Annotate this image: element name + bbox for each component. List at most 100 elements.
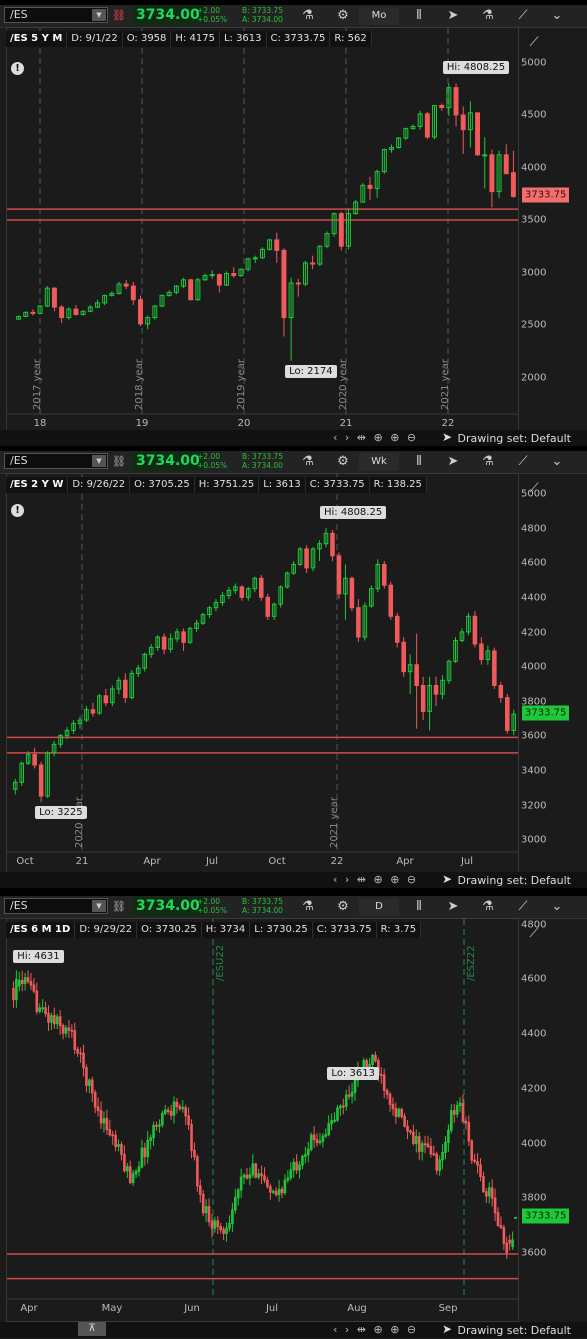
candle [324, 1128, 328, 1139]
candle [379, 1066, 383, 1084]
chart-style-icon[interactable]: ⫴ [408, 453, 430, 471]
period-label: 2021 year [329, 797, 340, 848]
candle [114, 1130, 117, 1152]
price-axis[interactable]: 5000 4800 4600 4400 4200 4000 3800 3600 3400 3200… [519, 473, 587, 875]
candle [280, 1186, 284, 1199]
chart-toolbar: /ES ▼ ⛓ 3734.00 +2.00 +0.05% B: 3733.75 A: … [0, 896, 587, 919]
drawing-tools-icon[interactable]: ⟋ [513, 453, 533, 471]
study-icon[interactable]: ⚗ [478, 7, 498, 25]
chevron-down-icon[interactable]: ⌄ [547, 898, 567, 916]
price-chart-area[interactable]: /ESU22/ESZ22 Hi: 4631 Lo: 3613 Apr May Jun Jul… [6, 918, 519, 1322]
x-tick-label: Jul [205, 856, 219, 867]
drawing-icon[interactable]: ⟋ [524, 926, 544, 942]
chart-bottom-bar: ‹ › ⇹ ⊕ ⊕ ⊖ ➤ Drawing set: Default [0, 872, 587, 888]
candle [194, 619, 199, 632]
price-axis[interactable]: 4800 4600 4400 4200 4000 3800 3600 3733.75 [519, 918, 587, 1322]
aggregation-selector[interactable]: Wk [359, 453, 399, 471]
gear-icon[interactable]: ⚙ [333, 898, 353, 916]
symbol-input[interactable]: /ES ▼ [4, 7, 108, 23]
candle [263, 1167, 266, 1184]
candle [172, 1096, 176, 1124]
candle [403, 1113, 406, 1128]
symbol-dropdown-icon[interactable]: ▼ [92, 455, 106, 467]
candlestick-chart[interactable] [7, 919, 519, 1322]
ask-price: A: 3734.00 [242, 14, 283, 24]
candle [202, 273, 208, 281]
pointer-icon[interactable]: ➤ [443, 453, 463, 471]
price-chart-area[interactable]: 2017 year 2018 year 2019 year 2020 year 2021… [6, 27, 519, 437]
alert-icon[interactable]: ! [11, 62, 24, 75]
alert-icon[interactable]: ! [11, 504, 24, 517]
zoom-controls[interactable]: ‹ › ⇹ ⊕ ⊕ ⊖ [333, 873, 418, 886]
link-icon[interactable]: ⛓ [112, 454, 126, 469]
drawing-icon[interactable]: ⟋ [524, 481, 544, 497]
candle [225, 1222, 228, 1242]
ask-price: A: 3734.00 [242, 905, 283, 915]
study-icon[interactable]: ⚗ [478, 898, 498, 916]
x-tick-label: Apr [143, 856, 161, 867]
candle-body [216, 274, 222, 286]
candle-body [379, 1074, 383, 1077]
candle [470, 1139, 474, 1164]
candle-body [123, 679, 128, 699]
chevron-down-icon[interactable]: ⌄ [547, 7, 567, 25]
candle [446, 83, 452, 116]
gear-icon[interactable]: ⚙ [333, 7, 353, 25]
candle [388, 1091, 392, 1112]
drawing-tools-icon[interactable]: ⟋ [513, 7, 533, 25]
aggregation-selector[interactable]: Mo [359, 7, 399, 25]
candle [140, 1139, 144, 1169]
symbol-dropdown-icon[interactable]: ▼ [92, 9, 106, 21]
zoom-controls[interactable]: ‹ › ⇹ ⊕ ⊕ ⊖ [333, 1323, 418, 1336]
chart-panel-5y-monthly: /ES ▼ ⛓ 3734.00 +2.00 +0.05% B: 3733.75 A: … [0, 5, 587, 446]
flask-icon[interactable]: ⚗ [298, 453, 318, 471]
gear-icon[interactable]: ⚙ [333, 453, 353, 471]
price-chart-area[interactable]: 2020 year 2021 year Hi: 4808.25 Lo: 3225! Oc… [6, 473, 519, 875]
aggregation-selector[interactable]: D [359, 898, 399, 916]
y-tick-label: 4500 [521, 109, 547, 121]
candle [409, 1129, 412, 1135]
link-icon-red[interactable]: ⛓ [112, 8, 126, 23]
candle [97, 694, 102, 715]
drawing-tools-icon[interactable]: ⟋ [513, 898, 533, 916]
candle-body [59, 306, 65, 319]
drawing-set-label[interactable]: Drawing set: Default [458, 874, 571, 887]
chevron-down-icon[interactable]: ⌄ [547, 453, 567, 471]
chart-style-icon[interactable]: ⫴ [408, 898, 430, 916]
candle [252, 576, 258, 593]
flask-icon[interactable]: ⚗ [298, 898, 318, 916]
chart-style-icon[interactable]: ⫴ [408, 7, 430, 25]
bar-low: L: 3613 [220, 31, 267, 47]
link-icon[interactable]: ⛓ [112, 899, 126, 914]
pointer-icon[interactable]: ➤ [443, 898, 463, 916]
symbol-dropdown-icon[interactable]: ▼ [92, 900, 106, 912]
drawing-set-label[interactable]: Drawing set: Default [458, 432, 571, 445]
study-icon[interactable]: ⚗ [478, 453, 498, 471]
candle [464, 1116, 468, 1130]
candle [102, 1111, 106, 1133]
low-label: Lo: 3225 [35, 806, 87, 820]
candle [306, 1141, 310, 1163]
cursor-icon[interactable]: ➤ [442, 872, 452, 886]
symbol-input[interactable]: /ES ▼ [4, 453, 108, 469]
candle [109, 291, 115, 297]
zoom-controls[interactable]: ‹ › ⇹ ⊕ ⊕ ⊖ [333, 431, 418, 444]
cursor-icon[interactable]: ➤ [442, 1322, 452, 1336]
low-label: Lo: 3613 [327, 1066, 379, 1080]
cursor-icon[interactable]: ➤ [442, 430, 452, 444]
symbol-input[interactable]: /ES ▼ [4, 898, 108, 914]
collapse-panel-icon[interactable]: ⊼ [78, 1322, 106, 1336]
bar-range: R: 562 [330, 31, 372, 47]
drawing-icon[interactable]: ⟋ [524, 35, 544, 51]
drawing-set-label[interactable]: Drawing set: Default [458, 1324, 571, 1337]
pointer-icon[interactable]: ➤ [443, 7, 463, 25]
candle [284, 571, 290, 589]
price-axis[interactable]: 5000 4500 4000 3500 3000 2500 2000 3733.75 [519, 27, 587, 437]
candle [283, 1174, 287, 1196]
candle [161, 1110, 164, 1128]
candle [90, 702, 96, 717]
candle [407, 654, 413, 695]
candle-body [490, 1187, 494, 1199]
candle [406, 1119, 409, 1140]
flask-icon[interactable]: ⚗ [298, 7, 318, 25]
